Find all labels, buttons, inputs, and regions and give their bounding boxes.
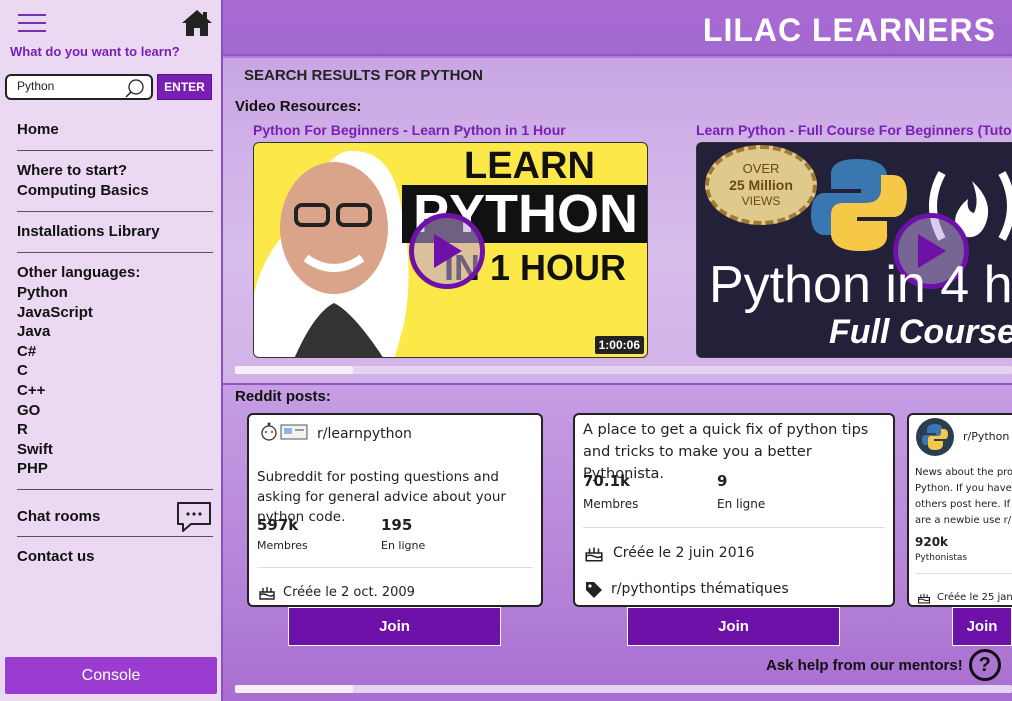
video-scrollbar[interactable] bbox=[235, 366, 1012, 374]
video-resources-label: Video Resources: bbox=[235, 98, 362, 115]
views-badge: OVER 25 Million VIEWS bbox=[705, 145, 817, 225]
thumb-learn-text: LEARN bbox=[464, 145, 595, 187]
join-button[interactable]: Join bbox=[288, 607, 501, 646]
console-button[interactable]: Console bbox=[5, 657, 217, 694]
search-input[interactable] bbox=[17, 79, 117, 93]
badge-million-text: 25 Million bbox=[729, 177, 793, 193]
search-results-title: SEARCH RESULTS FOR PYTHON bbox=[244, 67, 483, 84]
chat-rooms-label: Chat rooms bbox=[17, 507, 101, 525]
reddit-section: Reddit posts: r/learnpython Subreddit fo… bbox=[223, 383, 1012, 701]
nav-chat-rooms[interactable]: Chat rooms bbox=[17, 500, 213, 534]
divider bbox=[17, 252, 213, 253]
subreddit-card[interactable]: r/Python News about the pro Python. If y… bbox=[907, 413, 1012, 607]
learn-prompt: What do you want to learn? bbox=[10, 44, 180, 59]
help-text: Ask help from our mentors! bbox=[766, 656, 963, 674]
subreddit-banner-icon bbox=[261, 422, 308, 441]
members-label: Membres bbox=[257, 539, 308, 552]
online-label: En ligne bbox=[717, 497, 766, 511]
badge-views-text: VIEWS bbox=[741, 194, 781, 208]
nav-home[interactable]: Home bbox=[17, 120, 213, 140]
members-count: 920k bbox=[915, 535, 949, 549]
search-icon[interactable] bbox=[125, 78, 145, 98]
video-title[interactable]: Learn Python - Full Course For Beginners… bbox=[696, 122, 1012, 138]
reddit-scrollbar[interactable] bbox=[235, 685, 1012, 693]
card-divider bbox=[257, 567, 533, 568]
thumb-full-course-text: Full Course bbox=[829, 313, 1012, 351]
members-label: Pythonistas bbox=[915, 553, 968, 563]
nav-installations-library[interactable]: Installations Library bbox=[17, 222, 213, 242]
lang-python[interactable]: Python bbox=[17, 283, 213, 303]
lang-java[interactable]: Java bbox=[17, 322, 213, 342]
video-thumbnail[interactable]: LEARN PYTHON IN 1 HOUR 1:00:06 bbox=[253, 142, 648, 358]
online-count: 195 bbox=[381, 516, 413, 534]
scrollbar-thumb[interactable] bbox=[235, 366, 353, 374]
help-icon[interactable]: ? bbox=[968, 649, 1001, 681]
subreddit-card[interactable]: A place to get a quick fix of python tip… bbox=[573, 413, 895, 607]
play-button[interactable] bbox=[409, 213, 485, 289]
created-date: Créée le 25 janv bbox=[937, 592, 1012, 603]
cake-icon bbox=[259, 587, 275, 600]
video-duration: 1:00:06 bbox=[594, 336, 644, 354]
cake-icon bbox=[918, 593, 930, 604]
divider bbox=[17, 211, 213, 212]
topic-label[interactable]: r/pythontips thématiques bbox=[611, 581, 789, 597]
subreddit-name[interactable]: r/learnpython bbox=[317, 426, 412, 442]
members-count: 70.1k bbox=[583, 472, 630, 490]
nav-where-to-start[interactable]: Where to start? bbox=[17, 161, 213, 181]
card-divider bbox=[583, 527, 885, 528]
created-date: Créée le 2 oct. 2009 bbox=[283, 585, 415, 600]
online-count: 9 bbox=[717, 472, 728, 490]
video-title[interactable]: Python For Beginners - Learn Python in 1… bbox=[253, 122, 566, 138]
cake-icon bbox=[585, 547, 603, 562]
video-section: SEARCH RESULTS FOR PYTHON Video Resource… bbox=[223, 58, 1012, 383]
members-label: Membres bbox=[583, 497, 639, 511]
lang-c[interactable]: C bbox=[17, 361, 213, 381]
lang-php[interactable]: PHP bbox=[17, 459, 213, 479]
nav-computing-basics[interactable]: Computing Basics bbox=[17, 181, 213, 201]
members-count: 597k bbox=[257, 516, 299, 534]
created-date: Créée le 2 juin 2016 bbox=[613, 545, 755, 561]
lang-go[interactable]: GO bbox=[17, 401, 213, 421]
enter-button[interactable]: ENTER bbox=[157, 74, 212, 100]
subreddit-description: News about the pro Python. If you have o… bbox=[915, 467, 1012, 526]
badge-over-text: OVER bbox=[742, 161, 780, 176]
divider bbox=[17, 535, 213, 537]
subreddit-card[interactable]: r/learnpython Subreddit for posting ques… bbox=[247, 413, 543, 607]
card-divider bbox=[915, 573, 1012, 574]
sidebar-nav: Home Where to start? Computing Basics In… bbox=[17, 120, 213, 567]
subreddit-name[interactable]: r/Python bbox=[963, 430, 1009, 443]
lang-csharp[interactable]: C# bbox=[17, 342, 213, 362]
other-languages-heading: Other languages: bbox=[17, 264, 141, 281]
scrollbar-thumb[interactable] bbox=[235, 685, 353, 693]
nav-contact-us[interactable]: Contact us bbox=[17, 547, 213, 567]
lang-r[interactable]: R bbox=[17, 420, 213, 440]
divider bbox=[17, 150, 213, 151]
online-label: En ligne bbox=[381, 539, 426, 552]
divider bbox=[17, 488, 213, 490]
chat-bubble-icon bbox=[177, 501, 211, 532]
play-icon bbox=[434, 234, 462, 268]
reddit-posts-label: Reddit posts: bbox=[235, 388, 331, 405]
video-thumbnail[interactable]: OVER 25 Million VIEWS Python in 4 h Full… bbox=[696, 142, 1012, 358]
join-button[interactable]: Join bbox=[952, 607, 1012, 646]
join-button[interactable]: Join bbox=[627, 607, 840, 646]
hamburger-menu-icon[interactable] bbox=[18, 14, 46, 34]
lang-cpp[interactable]: C++ bbox=[17, 381, 213, 401]
app-title: LILAC LEARNERS bbox=[702, 12, 996, 48]
thumb-python-text: Python in 4 h bbox=[709, 256, 1012, 314]
tag-icon bbox=[586, 582, 602, 598]
search-box[interactable] bbox=[5, 74, 153, 100]
lang-swift[interactable]: Swift bbox=[17, 440, 213, 460]
python-logo-icon bbox=[916, 418, 954, 456]
lang-javascript[interactable]: JavaScript bbox=[17, 303, 213, 323]
app-header: LILAC LEARNERS bbox=[223, 0, 1012, 56]
home-icon[interactable] bbox=[180, 8, 214, 38]
mentor-help[interactable]: Ask help from our mentors! ? bbox=[766, 649, 1001, 681]
sidebar: What do you want to learn? ENTER Home Wh… bbox=[0, 0, 223, 701]
